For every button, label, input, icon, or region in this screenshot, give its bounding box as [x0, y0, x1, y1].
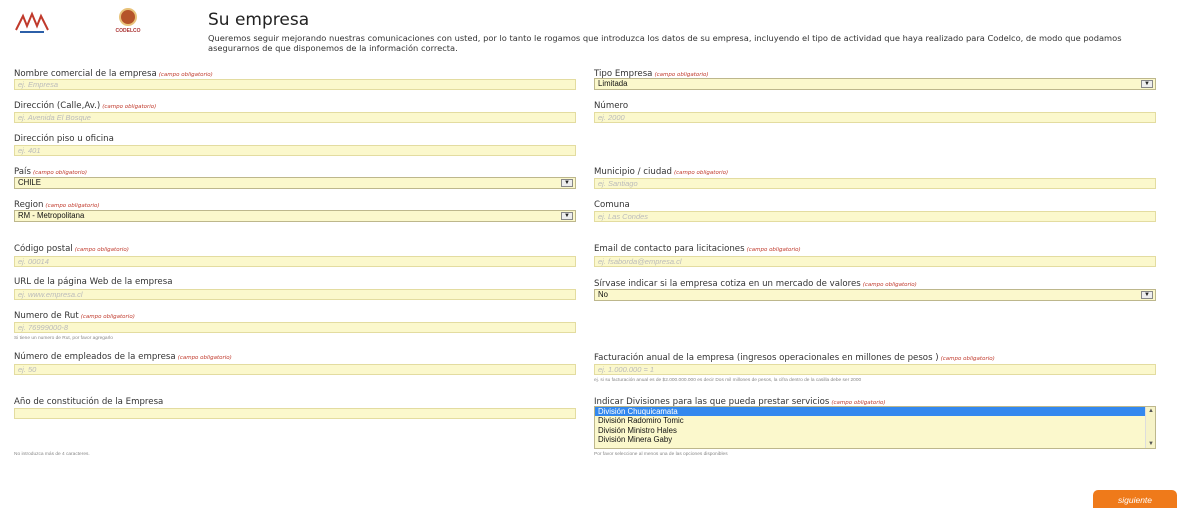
scroll-up-icon[interactable]: ▲: [1148, 408, 1154, 414]
pais-select[interactable]: CHILE ▼: [14, 177, 576, 189]
codigo-postal-label: Código postal (campo obligatorio): [14, 244, 129, 254]
required-tag: (campo obligatorio): [862, 282, 917, 288]
required-tag: (campo obligatorio): [674, 170, 729, 176]
comuna-input[interactable]: ej. Las Condes: [594, 211, 1156, 222]
scroll-down-icon[interactable]: ▼: [1148, 441, 1154, 447]
email-input[interactable]: ej. fsaborda@empresa.cl: [594, 256, 1156, 267]
required-tag: (campo obligatorio): [32, 170, 88, 176]
pais-value: CHILE: [18, 178, 41, 187]
ano-constitucion-input[interactable]: [14, 408, 576, 419]
rut-label: Numero de Rut (campo obligatorio): [14, 311, 135, 321]
dropdown-arrow-icon[interactable]: ▼: [561, 212, 573, 220]
comuna-label: Comuna: [594, 200, 630, 210]
municipio-input[interactable]: ej. Santiago: [594, 178, 1156, 189]
facturacion-input[interactable]: ej. 1.000.000 = 1: [594, 364, 1156, 375]
empleados-label: Número de empleados de la empresa (campo …: [14, 352, 232, 362]
required-tag: (campo obligatorio): [746, 247, 801, 253]
tipo-empresa-value: Limitada: [598, 79, 628, 88]
direccion-input[interactable]: ej. Avenida El Bosque: [14, 112, 576, 123]
division-option[interactable]: División Radomiro Tomic: [595, 416, 1155, 425]
facturacion-label: Facturación anual de la empresa (ingreso…: [594, 353, 995, 363]
ano-constitucion-help: No introduzca más de 4 caracteres.: [14, 452, 90, 457]
rut-help: Si tiene un numero de Rut, por favor agr…: [14, 336, 113, 341]
dropdown-arrow-icon[interactable]: ▼: [561, 179, 573, 187]
cotiza-label: Sírvase indicar si la empresa cotiza en …: [594, 279, 917, 289]
page-title: Su empresa: [208, 10, 310, 30]
email-label: Email de contacto para licitaciones (camp…: [594, 244, 801, 254]
direccion-piso-label: Dirección piso u oficina: [14, 134, 114, 144]
siguiente-button[interactable]: siguiente: [1093, 490, 1177, 508]
intro-text: Queremos seguir mejorando nuestras comun…: [208, 33, 1122, 53]
codelco-emblem: [119, 8, 137, 26]
region-select[interactable]: RM - Metropolitana ▼: [14, 210, 576, 222]
required-tag: (campo obligatorio): [177, 355, 232, 361]
cotiza-value: No: [598, 290, 608, 299]
region-value: RM - Metropolitana: [18, 211, 85, 220]
municipio-label: Municipio / ciudad (campo obligatorio): [594, 167, 729, 177]
ano-constitucion-label: Año de constitución de la Empresa: [14, 397, 164, 407]
rut-input[interactable]: ej. 76999000-8: [14, 322, 576, 333]
numero-input[interactable]: ej. 2000: [594, 112, 1156, 123]
url-input[interactable]: ej. www.empresa.cl: [14, 289, 576, 300]
tipo-empresa-select[interactable]: Limitada ▼: [594, 78, 1156, 90]
url-label: URL de la página Web de la empresa: [14, 277, 173, 287]
required-tag: (campo obligatorio): [102, 104, 157, 110]
required-tag: (campo obligatorio): [80, 314, 135, 320]
dropdown-arrow-icon[interactable]: ▼: [1141, 80, 1153, 88]
listbox-scrollbar[interactable]: ▲ ▼: [1145, 407, 1155, 448]
divisiones-listbox[interactable]: División Chuquicamata División Radomiro …: [594, 406, 1156, 449]
direccion-piso-input[interactable]: ej. 401: [14, 145, 576, 156]
direccion-label: Dirección (Calle,Av.) (campo obligatorio): [14, 101, 157, 111]
required-tag: (campo obligatorio): [74, 247, 129, 253]
cotiza-select[interactable]: No ▼: [594, 289, 1156, 301]
numero-label: Número: [594, 101, 629, 111]
required-tag: (campo obligatorio): [940, 356, 995, 362]
division-option[interactable]: División Minera Gaby: [595, 435, 1155, 444]
codelco-logo: CODELCO: [110, 8, 146, 38]
codigo-postal-input[interactable]: ej. 00014: [14, 256, 576, 267]
division-option[interactable]: División Ministro Hales: [595, 426, 1155, 435]
required-tag: (campo obligatorio): [158, 72, 213, 78]
region-label: Region (campo obligatorio): [14, 200, 100, 210]
amsa-logo: [14, 10, 50, 38]
empleados-input[interactable]: ej. 50: [14, 364, 576, 375]
pais-label: País (campo obligatorio): [14, 167, 88, 177]
dropdown-arrow-icon[interactable]: ▼: [1141, 291, 1153, 299]
division-option[interactable]: División Chuquicamata: [595, 407, 1155, 417]
facturacion-help: ej. si su facturación anual es de $2.000…: [594, 378, 862, 383]
nombre-comercial-label: Nombre comercial de la empresa (campo obl…: [14, 69, 213, 79]
divisiones-help: Por favor seleccione al menos una de las…: [594, 452, 728, 457]
nombre-comercial-input[interactable]: ej. Empresa: [14, 79, 576, 90]
required-tag: (campo obligatorio): [45, 203, 100, 209]
codelco-logo-text: CODELCO: [115, 28, 141, 34]
